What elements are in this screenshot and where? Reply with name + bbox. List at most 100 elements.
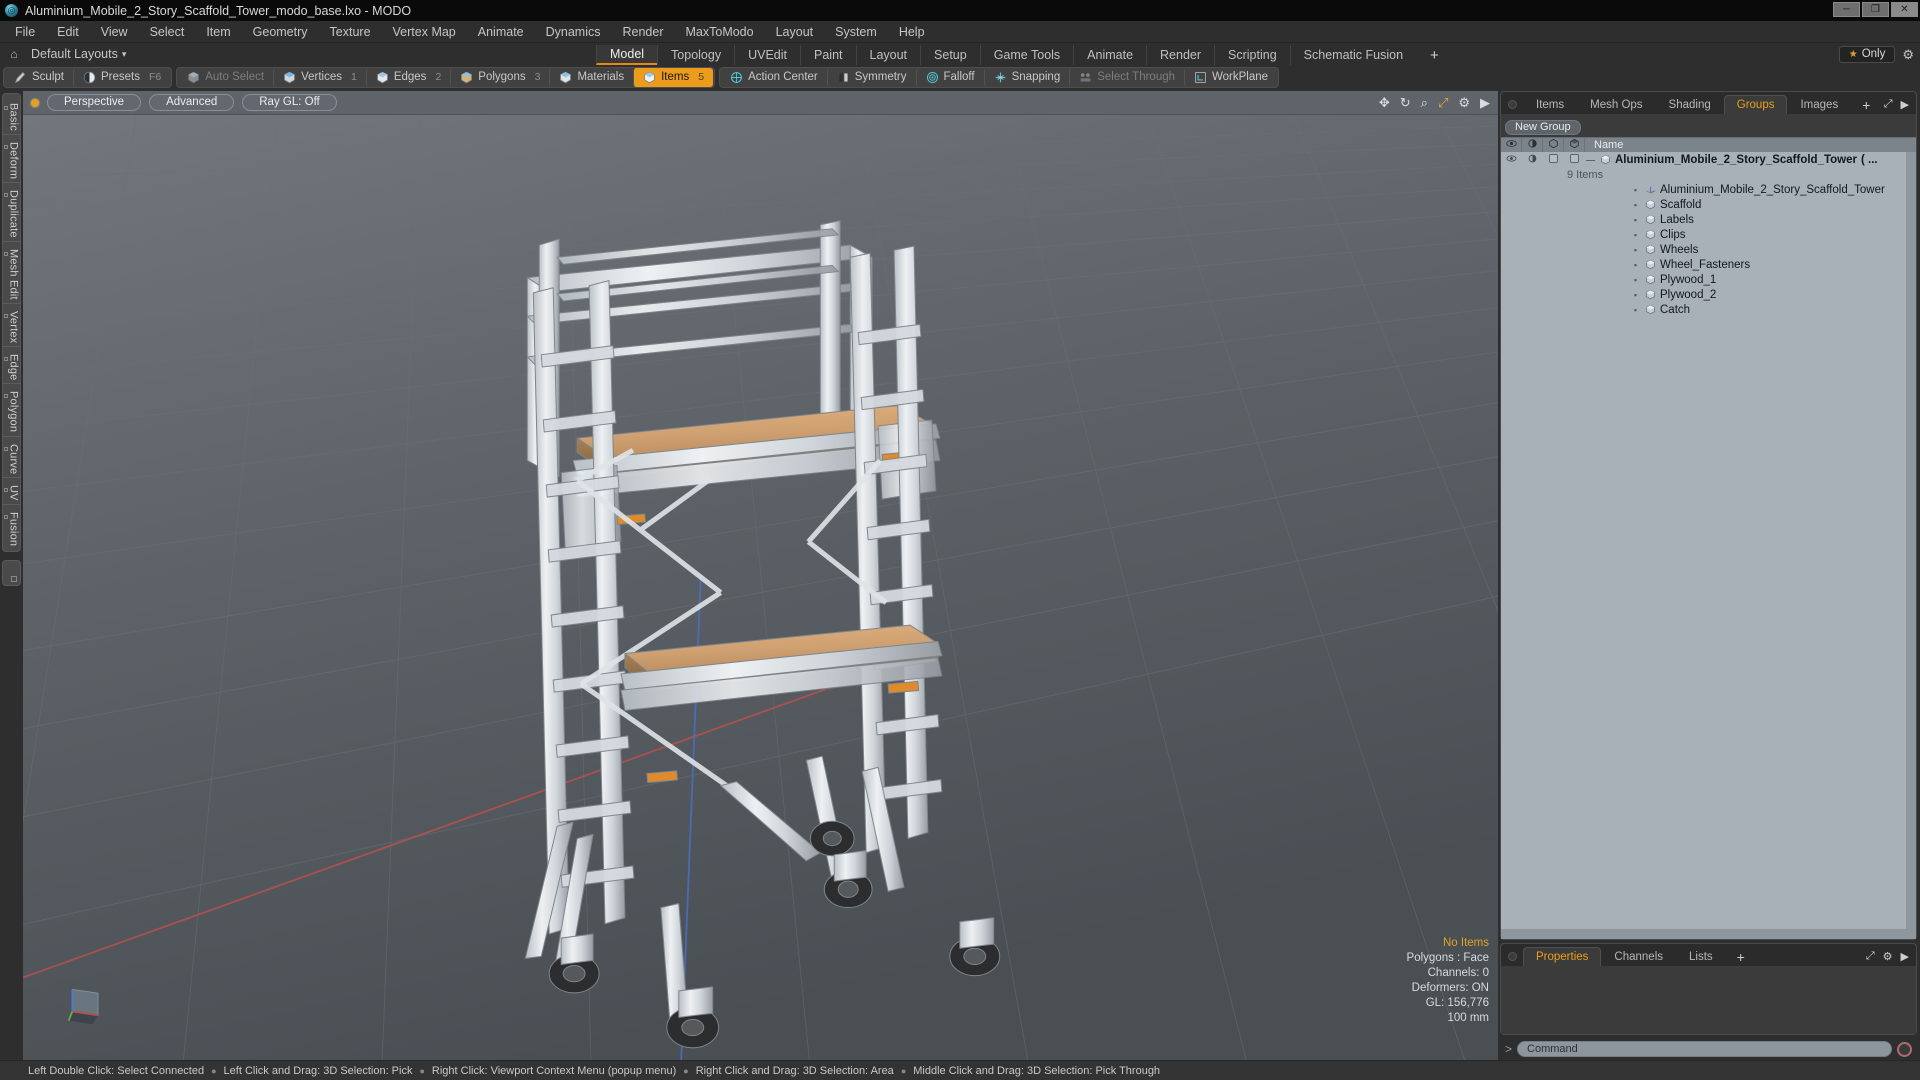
tree-row-root[interactable]: — Aluminium_Mobile_2_Story_Scaffold_Towe… [1501, 152, 1916, 167]
gear-icon[interactable]: ⚙ [1883, 950, 1893, 963]
menu-layout[interactable]: Layout [765, 22, 825, 42]
tree-row-labels[interactable]: ▪ Labels [1501, 212, 1916, 227]
root-lock-toggle[interactable] [1543, 153, 1564, 166]
menu-dynamics[interactable]: Dynamics [535, 22, 612, 42]
tab-render[interactable]: Render [1146, 45, 1214, 65]
menu-animate[interactable]: Animate [467, 22, 535, 42]
tree-row-plywood-1[interactable]: ▪ Plywood_1 [1501, 272, 1916, 287]
groups-tree[interactable]: — Aluminium_Mobile_2_Story_Scaffold_Towe… [1501, 152, 1916, 929]
tree-row-wheel-fasteners[interactable]: ▪ Wheel_Fasteners [1501, 257, 1916, 272]
command-input[interactable]: Command [1517, 1041, 1892, 1057]
tree-row-locator[interactable]: ▪ Aluminium_Mobile_2_Story_Scaffold_Towe… [1501, 182, 1916, 197]
left-tab-duplicate[interactable]: Duplicate [2, 183, 21, 242]
col-visibility-eye-icon[interactable] [1501, 138, 1522, 152]
menu-edit[interactable]: Edit [46, 22, 90, 42]
panel-tab-images[interactable]: Images [1787, 95, 1851, 114]
snapping-button[interactable]: Snapping [983, 67, 1070, 87]
menu-maxtomodo[interactable]: MaxToModo [675, 22, 765, 42]
select-through-button[interactable]: Select Through [1069, 67, 1184, 87]
fit-viewport-icon[interactable]: ⤢ [1438, 96, 1448, 109]
menu-vertex-map[interactable]: Vertex Map [382, 22, 467, 42]
child-name-cell[interactable]: ▪ Scaffold [1585, 199, 1701, 211]
tree-row-scaffold[interactable]: ▪ Scaffold [1501, 197, 1916, 212]
tab-layout[interactable]: Layout [855, 45, 921, 65]
tree-row-clips[interactable]: ▪ Clips [1501, 227, 1916, 242]
left-tab-vertex[interactable]: Vertex [2, 304, 21, 347]
panel-tab-mesh-ops[interactable]: Mesh Ops [1577, 95, 1655, 114]
child-name-cell[interactable]: ▪ Plywood_2 [1585, 289, 1716, 301]
root-render-visibility-icon[interactable] [1522, 153, 1543, 167]
close-button[interactable]: ✕ [1891, 2, 1918, 17]
only-toggle[interactable]: ★ Only [1838, 46, 1896, 63]
child-name-cell[interactable]: ▪ Wheel_Fasteners [1585, 259, 1750, 271]
tab-schematic-fusion[interactable]: Schematic Fusion [1289, 45, 1416, 65]
panel-tab-channels[interactable]: Channels [1601, 947, 1676, 966]
panel-tab-groups[interactable]: Groups [1723, 95, 1788, 114]
presets-button[interactable]: Presets F6 [72, 67, 170, 87]
tree-vertical-scrollbar[interactable] [1906, 152, 1916, 929]
left-tab-fusion[interactable]: Fusion [3, 505, 21, 549]
tab-uvedit[interactable]: UVEdit [734, 45, 800, 65]
menu-select[interactable]: Select [139, 22, 196, 42]
record-command-icon[interactable] [1897, 1041, 1912, 1057]
auto-select-button[interactable]: Auto Select [178, 68, 273, 87]
viewport-projection-selector[interactable]: Perspective [47, 94, 142, 111]
home-icon[interactable]: ⌂ [6, 47, 22, 61]
new-group-button[interactable]: New Group [1505, 119, 1581, 135]
vertices-mode-button[interactable]: Vertices 1 [273, 67, 366, 87]
left-rail-extra-panel[interactable] [2, 559, 21, 586]
expand-panel-icon[interactable]: ⤢ [1884, 98, 1893, 111]
materials-mode-button[interactable]: Materials [549, 67, 633, 87]
root-select-toggle[interactable] [1564, 153, 1585, 166]
add-panel-tab-button[interactable]: + [1851, 95, 1881, 114]
tree-horizontal-scrollbar[interactable] [1501, 929, 1916, 939]
child-name-cell[interactable]: ▪ Plywood_1 [1585, 274, 1716, 286]
child-name-cell[interactable]: ▪ Labels [1585, 214, 1694, 226]
tab-paint[interactable]: Paint [800, 45, 856, 65]
move-viewport-icon[interactable]: ✥ [1379, 96, 1390, 109]
col-select-shape-icon[interactable] [1564, 138, 1585, 152]
symmetry-button[interactable]: Symmetry [826, 67, 916, 87]
menu-texture[interactable]: Texture [319, 22, 382, 42]
items-mode-button[interactable]: Items 5 [633, 67, 714, 87]
action-center-button[interactable]: Action Center [721, 68, 827, 87]
sculpt-button[interactable]: Sculpt [5, 68, 73, 87]
menu-view[interactable]: View [90, 22, 139, 42]
edges-mode-button[interactable]: Edges 2 [365, 67, 450, 87]
menu-render[interactable]: Render [612, 22, 675, 42]
child-name-cell[interactable]: ▪ Catch [1585, 304, 1690, 316]
viewport-menu-arrow-icon[interactable]: ▶ [1480, 96, 1490, 109]
polygons-mode-button[interactable]: Polygons 3 [450, 67, 549, 87]
panel-tab-items[interactable]: Items [1523, 95, 1577, 114]
add-properties-tab-button[interactable]: + [1726, 947, 1756, 966]
layout-selector[interactable]: ⌂ Default Layouts ▾ [0, 43, 126, 65]
tree-row-plywood-2[interactable]: ▪ Plywood_2 [1501, 287, 1916, 302]
menu-file[interactable]: File [4, 22, 46, 42]
tab-animate[interactable]: Animate [1073, 45, 1146, 65]
menu-item[interactable]: Item [195, 22, 241, 42]
left-tab-curve[interactable]: Curve [2, 437, 21, 478]
tab-scripting[interactable]: Scripting [1214, 45, 1290, 65]
child-name-cell[interactable]: ▪ Wheels [1585, 244, 1698, 256]
tab-game-tools[interactable]: Game Tools [979, 45, 1073, 65]
col-lock-shape-icon[interactable] [1543, 138, 1564, 152]
col-render-visibility-icon[interactable] [1522, 138, 1543, 152]
tree-expand-twisty-icon[interactable]: — [1585, 155, 1596, 165]
menu-geometry[interactable]: Geometry [242, 22, 319, 42]
menu-system[interactable]: System [824, 22, 888, 42]
minimize-button[interactable]: ─ [1833, 2, 1860, 17]
tab-model[interactable]: Model [596, 45, 658, 65]
falloff-button[interactable]: Falloff [915, 67, 984, 87]
child-name-cell[interactable]: ▪ Aluminium_Mobile_2_Story_Scaffold_Towe… [1585, 184, 1885, 196]
panel-tab-shading[interactable]: Shading [1656, 95, 1724, 114]
panel-menu-arrow-icon[interactable]: ▶ [1901, 950, 1909, 963]
panel-tab-lists[interactable]: Lists [1676, 947, 1726, 966]
expand-panel-icon[interactable]: ⤢ [1866, 950, 1875, 963]
3d-viewport[interactable]: No Items Polygons : Face Channels: 0 Def… [23, 115, 1498, 1060]
left-tab-polygon[interactable]: Polygon [2, 384, 21, 437]
maximize-button[interactable]: ❐ [1862, 2, 1889, 17]
workplane-button[interactable]: WorkPlane [1184, 67, 1277, 87]
rotate-viewport-icon[interactable]: ↻ [1400, 96, 1411, 109]
tab-setup[interactable]: Setup [920, 45, 980, 65]
viewport-raygl-selector[interactable]: Ray GL: Off [242, 94, 337, 111]
